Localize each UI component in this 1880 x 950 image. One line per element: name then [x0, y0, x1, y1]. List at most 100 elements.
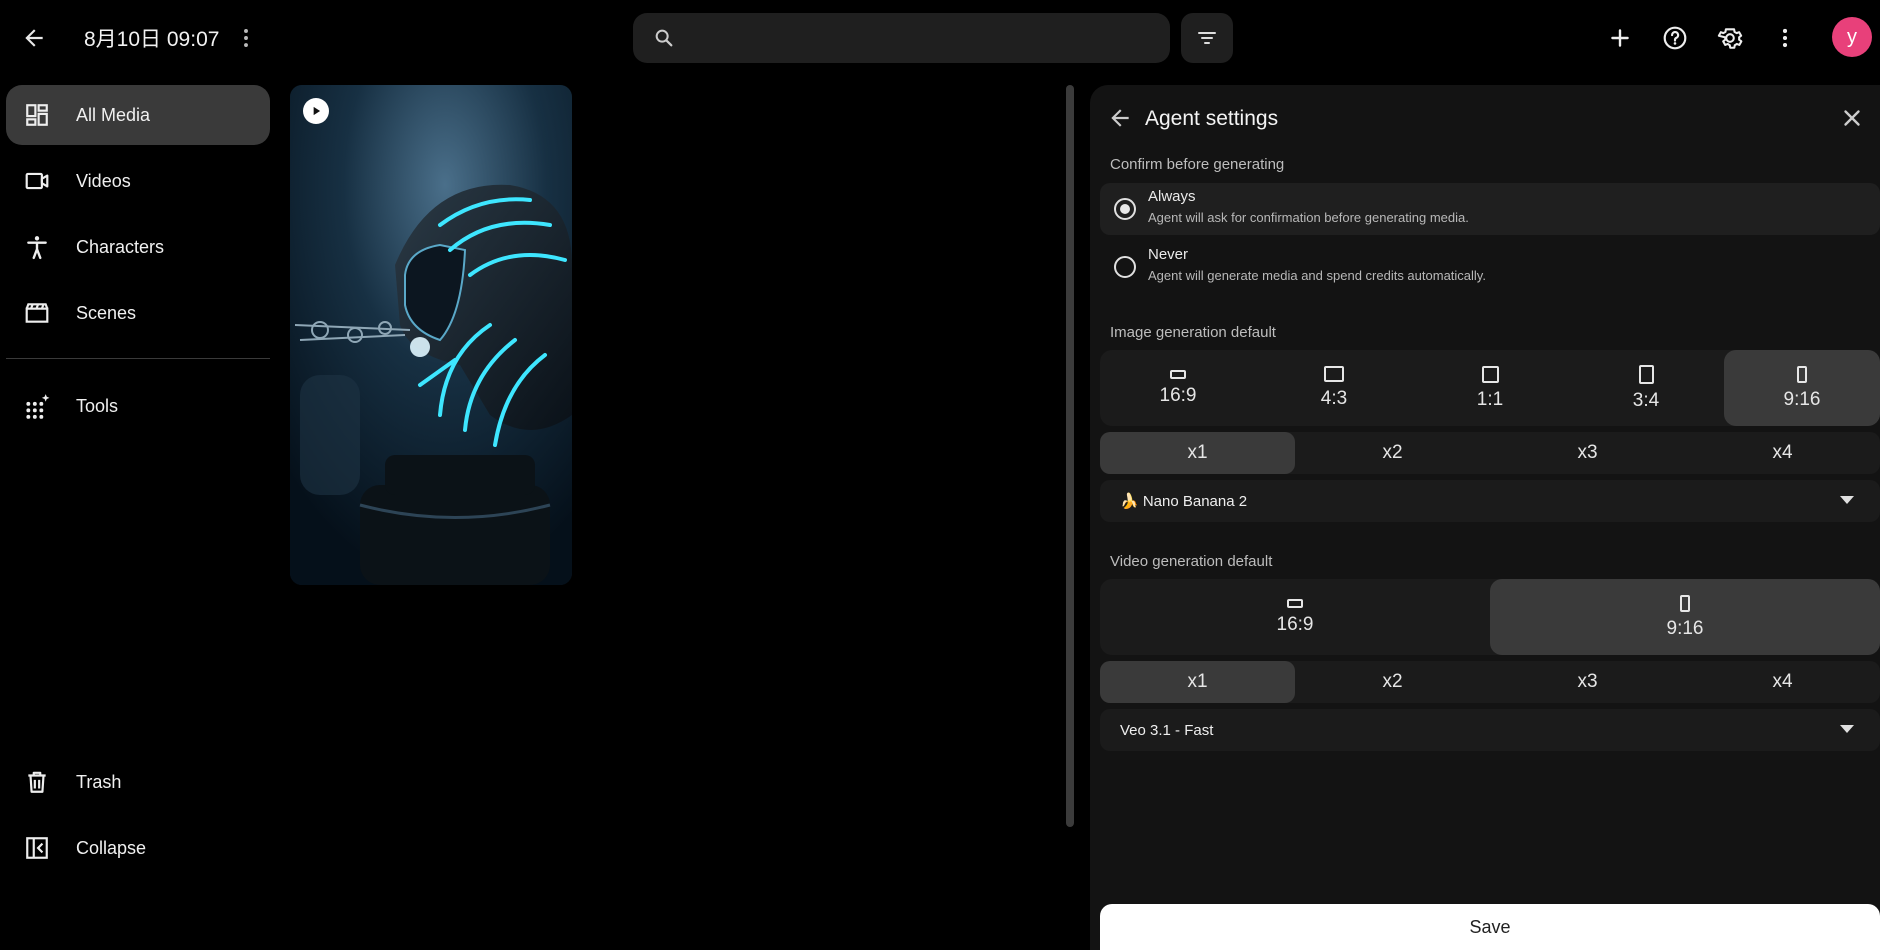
sidebar-item-all-media[interactable]: All Media — [6, 85, 270, 145]
back-button[interactable] — [12, 16, 56, 60]
panel-title: Agent settings — [1145, 107, 1279, 130]
sidebar-item-trash[interactable]: Trash — [6, 752, 270, 812]
sidebar-item-collapse[interactable]: Collapse — [6, 818, 270, 878]
filter-button[interactable] — [1181, 13, 1233, 63]
more-vertical-icon — [244, 29, 248, 47]
sidebar-divider — [6, 358, 270, 359]
more-button[interactable] — [1763, 16, 1807, 60]
image-count-x1[interactable]: x1 — [1100, 432, 1295, 474]
search-bar[interactable] — [633, 13, 1170, 63]
title-more-button[interactable] — [224, 16, 268, 60]
plus-icon — [1611, 29, 1629, 47]
filter-icon — [1198, 32, 1216, 44]
image-model-value: 🍌 Nano Banana 2 — [1120, 493, 1248, 510]
avatar[interactable]: y — [1832, 17, 1872, 57]
video-count-x1[interactable]: x1 — [1100, 661, 1295, 703]
ratio-4-3-icon — [1324, 366, 1344, 382]
image-count-x4[interactable]: x4 — [1685, 432, 1880, 474]
image-count-x2[interactable]: x2 — [1295, 432, 1490, 474]
page-title: 8月10日 09:07 — [84, 28, 220, 51]
arrow-back-icon — [1111, 109, 1129, 127]
video-model-value: Veo 3.1 - Fast — [1120, 721, 1214, 739]
search-icon — [655, 29, 673, 47]
helmet-artwork-image — [290, 85, 572, 585]
image-model-select[interactable]: 🍌 Nano Banana 2 — [1100, 480, 1880, 522]
scrollbar[interactable] — [1066, 85, 1074, 827]
video-count-group: x1 x2 x3 x4 — [1100, 661, 1880, 703]
dropdown-caret-icon — [1840, 496, 1854, 504]
ratio-label: 16:9 — [1159, 384, 1197, 406]
tools-sparkle-icon — [22, 391, 52, 421]
video-ratio-9-16[interactable]: 9:16 — [1490, 579, 1880, 655]
image-ratio-16-9[interactable]: 16:9 — [1100, 350, 1256, 426]
sidebar-item-characters[interactable]: Characters — [6, 217, 270, 277]
ratio-label: 9:16 — [1666, 617, 1704, 639]
agent-settings-panel: Agent settings Confirm before generating… — [1090, 85, 1880, 950]
image-section-label: Image generation default — [1110, 324, 1276, 341]
help-icon — [1663, 26, 1687, 50]
video-aspect-ratio-group: 16:9 9:16 — [1100, 579, 1880, 655]
video-model-select[interactable]: Veo 3.1 - Fast — [1100, 709, 1880, 751]
ratio-label: 1:1 — [1476, 388, 1504, 410]
person-icon — [22, 232, 52, 262]
image-count-group: x1 x2 x3 x4 — [1100, 432, 1880, 474]
image-ratio-3-4[interactable]: 3:4 — [1568, 350, 1724, 426]
settings-button[interactable] — [1708, 16, 1752, 60]
play-icon — [313, 106, 321, 116]
radio-never[interactable] — [1114, 256, 1136, 278]
video-camera-icon — [22, 166, 52, 196]
video-count-x4[interactable]: x4 — [1685, 661, 1880, 703]
media-thumbnail-video[interactable] — [290, 85, 572, 585]
sidebar: All Media Videos Characters Scenes Tools… — [0, 76, 276, 950]
ratio-label: 4:3 — [1320, 388, 1348, 409]
image-ratio-9-16[interactable]: 9:16 — [1724, 350, 1880, 426]
clapperboard-icon — [22, 298, 52, 328]
add-button[interactable] — [1598, 16, 1642, 60]
sidebar-item-label: Characters — [76, 236, 165, 257]
play-badge — [303, 98, 329, 124]
radio-always[interactable] — [1114, 198, 1136, 220]
sidebar-item-label: Videos — [76, 170, 131, 191]
sidebar-item-tools[interactable]: Tools — [6, 376, 270, 436]
landscape-ratio-icon — [1170, 369, 1186, 379]
sidebar-item-label: Collapse — [76, 837, 147, 858]
arrow-back-icon — [25, 29, 43, 47]
video-count-x2[interactable]: x2 — [1295, 661, 1490, 703]
portrait-ratio-icon — [1680, 594, 1690, 612]
sidebar-item-label: Tools — [76, 395, 119, 416]
portrait-ratio-icon — [1797, 365, 1807, 383]
confirm-section-label: Confirm before generating — [1110, 156, 1285, 173]
ratio-label: 16:9 — [1276, 613, 1314, 635]
option-title: Always — [1148, 188, 1196, 205]
image-ratio-4-3[interactable]: 4:3 — [1256, 350, 1412, 426]
confirm-option-always[interactable]: Always Agent will ask for confirmation b… — [1100, 183, 1880, 235]
image-count-x3[interactable]: x3 — [1490, 432, 1685, 474]
close-icon — [1844, 110, 1860, 126]
ratio-label: 9:16 — [1783, 388, 1821, 410]
help-button[interactable] — [1653, 16, 1697, 60]
panel-close-button[interactable] — [1830, 96, 1874, 140]
ratio-3-4-icon — [1638, 364, 1654, 384]
collapse-sidebar-icon — [22, 833, 52, 863]
grid-icon — [22, 100, 52, 130]
sidebar-item-videos[interactable]: Videos — [6, 151, 270, 211]
save-button[interactable]: Save — [1100, 904, 1880, 950]
option-description: Agent will generate media and spend cred… — [1148, 268, 1486, 283]
dropdown-caret-icon — [1840, 725, 1854, 733]
trash-icon — [22, 767, 52, 797]
square-ratio-icon — [1481, 365, 1499, 383]
gear-icon — [1717, 28, 1743, 49]
ratio-label: 3:4 — [1632, 389, 1660, 411]
image-aspect-ratio-group: 16:9 4:3 1:1 3:4 9:16 — [1100, 350, 1880, 426]
sidebar-item-label: Scenes — [76, 302, 137, 323]
option-title: Never — [1148, 246, 1189, 263]
option-description: Agent will ask for confirmation before g… — [1148, 210, 1469, 225]
confirm-option-never[interactable]: Never Agent will generate media and spen… — [1100, 241, 1880, 293]
search-input[interactable] — [687, 28, 1157, 48]
sidebar-item-label: Trash — [76, 771, 122, 792]
image-ratio-1-1[interactable]: 1:1 — [1412, 350, 1568, 426]
video-ratio-16-9[interactable]: 16:9 — [1100, 579, 1490, 655]
sidebar-item-scenes[interactable]: Scenes — [6, 283, 270, 343]
video-count-x3[interactable]: x3 — [1490, 661, 1685, 703]
panel-back-button[interactable] — [1098, 96, 1142, 140]
